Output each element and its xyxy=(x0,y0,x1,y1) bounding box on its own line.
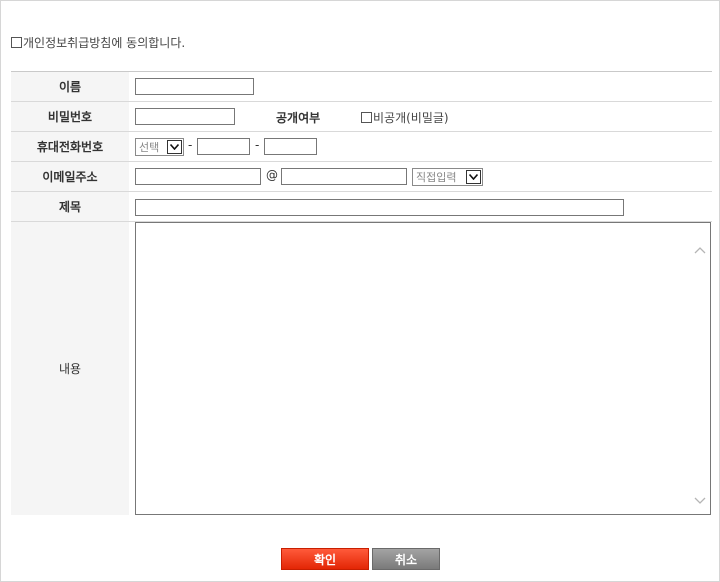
chevron-down-icon xyxy=(466,170,481,184)
privacy-agree-label: 개인정보취급방침에 동의합니다. xyxy=(23,35,186,50)
email-at-sign: @ xyxy=(266,168,278,182)
privacy-agree-checkbox[interactable] xyxy=(11,36,22,48)
phone-label: 휴대전화번호 xyxy=(11,132,129,161)
write-form: 이름 비밀번호 공개여부 비공개(비밀글) 휴대전화번호 선택 - - 이메일주… xyxy=(11,71,712,515)
phone-row: 휴대전화번호 선택 - - xyxy=(11,132,712,162)
privacy-agreement[interactable]: 개인정보취급방침에 동의합니다. xyxy=(11,35,186,50)
form-window: 개인정보취급방침에 동의합니다. 이름 비밀번호 공개여부 비공개(비밀글) 휴… xyxy=(0,0,720,582)
subject-row: 제목 xyxy=(11,192,712,222)
secret-option-label: 비공개(비밀글) xyxy=(373,111,449,125)
subject-input[interactable] xyxy=(135,199,624,216)
phone-separator-1: - xyxy=(188,138,193,152)
password-label: 비밀번호 xyxy=(11,102,129,131)
secret-checkbox[interactable] xyxy=(361,112,372,123)
content-row: 내용 xyxy=(11,222,712,515)
password-row: 비밀번호 공개여부 비공개(비밀글) xyxy=(11,102,712,132)
phone-last-input[interactable] xyxy=(264,138,317,155)
email-domain-select-value: 직접입력 xyxy=(416,171,457,184)
subject-label: 제목 xyxy=(11,192,129,221)
name-label: 이름 xyxy=(11,72,129,101)
name-row: 이름 xyxy=(11,72,712,102)
email-id-input[interactable] xyxy=(135,168,261,185)
public-label: 공개여부 xyxy=(276,111,321,125)
chevron-down-icon xyxy=(167,140,182,154)
phone-prefix-value: 선택 xyxy=(139,141,160,154)
email-label: 이메일주소 xyxy=(11,162,129,191)
password-input[interactable] xyxy=(135,108,235,125)
confirm-button[interactable]: 확인 xyxy=(281,548,369,570)
phone-separator-2: - xyxy=(255,138,260,152)
secret-option[interactable]: 비공개(비밀글) xyxy=(361,109,449,126)
phone-middle-input[interactable] xyxy=(197,138,250,155)
content-label: 내용 xyxy=(11,222,129,515)
email-domain-select[interactable]: 직접입력 xyxy=(412,168,483,186)
name-input[interactable] xyxy=(135,78,254,95)
scroll-down-icon[interactable] xyxy=(694,490,706,504)
phone-prefix-select[interactable]: 선택 xyxy=(135,138,184,156)
email-row: 이메일주소 @ 직접입력 xyxy=(11,162,712,192)
email-domain-input[interactable] xyxy=(281,168,407,185)
content-textarea[interactable] xyxy=(135,222,711,515)
cancel-button[interactable]: 취소 xyxy=(372,548,440,570)
scroll-up-icon[interactable] xyxy=(694,239,706,254)
